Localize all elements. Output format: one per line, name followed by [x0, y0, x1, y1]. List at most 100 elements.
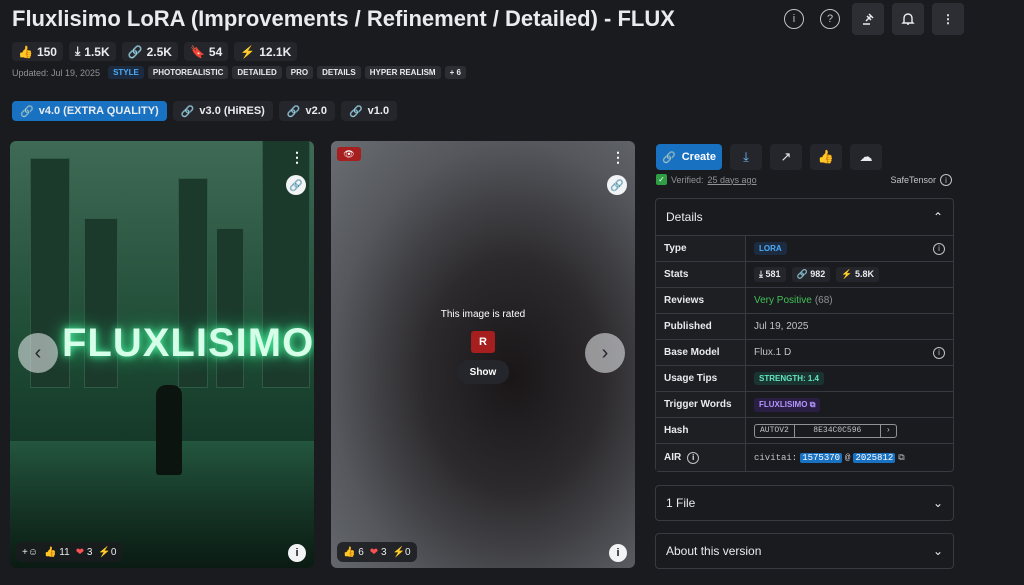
version-tab[interactable]: 🔗 v1.0 — [340, 101, 398, 121]
page-title: Fluxlisimo LoRA (Improvements / Refineme… — [12, 6, 675, 31]
link-icon: 🔗 — [348, 105, 363, 118]
copy-icon: ⧉ — [809, 399, 816, 409]
model-stats: 👍 150 ⤓ 1.5K 🔗 2.5K 🔖 54 ⚡ 12.1K — [12, 42, 298, 61]
link-icon: 🔗 — [796, 269, 808, 279]
heart-icon: ❤ — [75, 546, 85, 558]
info-icon[interactable]: i — [940, 174, 952, 186]
bell-plus-icon — [901, 13, 915, 25]
image-info-icon[interactable]: i — [288, 544, 306, 562]
download-button[interactable]: ⤓ — [730, 144, 762, 170]
bolt-icon: ⚡ — [392, 546, 405, 558]
info-icon[interactable]: i — [784, 9, 804, 29]
link-icon[interactable]: 🔗 — [286, 175, 306, 195]
buzz-reaction[interactable]: ⚡0 — [98, 547, 116, 558]
strength-badge: STRENGTH: 1.4 — [754, 372, 825, 385]
image-info-icon[interactable]: i — [609, 544, 627, 562]
hash-display[interactable]: AUTOV2 8E34C0C596 › — [754, 423, 897, 438]
download-icon: ⤓ — [74, 44, 81, 58]
reaction-bar: +☺ 👍 11 ❤ 3 ⚡0 — [16, 542, 123, 562]
verified-status: ✓ Verified: 25 days ago — [656, 174, 757, 185]
report-button[interactable] — [852, 3, 884, 35]
heart-icon: ❤ — [369, 546, 379, 558]
details-header[interactable]: Details ⌃ — [656, 199, 953, 235]
add-reaction-icon[interactable]: +☺ — [22, 547, 38, 558]
file-format: SafeTensor i — [890, 174, 952, 186]
help-icon[interactable]: ? — [820, 9, 840, 29]
info-icon[interactable]: i — [687, 451, 700, 464]
buzz-stat: ⚡ 12.1K — [234, 42, 298, 61]
trigger-word-badge[interactable]: FLUXLISIMO ⧉ — [754, 397, 821, 412]
gallery-image-card[interactable]: 👁 ⋮ 🔗 This image is rated R Show › 👍 6 ❤… — [331, 141, 635, 568]
tag[interactable]: PRO — [285, 66, 314, 79]
more-button[interactable]: ⋮ — [932, 3, 964, 35]
info-icon[interactable]: i — [933, 346, 945, 359]
buzz-badge: ⚡ 5.8K — [836, 267, 880, 282]
details-row-usage-tips: Usage Tips STRENGTH: 1.4 — [656, 365, 953, 391]
details-row-published: Published Jul 19, 2025 — [656, 313, 953, 339]
create-button[interactable]: 🔗 Create — [656, 144, 722, 170]
person-silhouette — [156, 385, 182, 475]
link-icon[interactable]: 🔗 — [607, 175, 627, 195]
like-button[interactable]: 👍 — [810, 144, 842, 170]
share-button[interactable]: ↗ — [770, 144, 802, 170]
rated-message: This image is rated — [440, 309, 526, 320]
version-tab[interactable]: 🔗 v3.0 (HiRES) — [172, 101, 273, 121]
thumbs-up-icon: 👍 — [817, 149, 835, 164]
notify-button[interactable] — [892, 3, 924, 35]
bolt-icon: ⚡ — [841, 269, 853, 279]
buzz-reaction[interactable]: ⚡0 — [393, 547, 411, 558]
chevron-up-icon: ⌃ — [932, 210, 943, 224]
files-accordion[interactable]: 1 File ⌄ — [655, 485, 954, 521]
model-actions: 🔗 Create ⤓ ↗ 👍 ☁ — [656, 144, 882, 170]
copy-icon: ⧉ — [898, 452, 905, 463]
neon-sign: FLUXLISIMO — [62, 321, 314, 365]
prev-image-button[interactable]: ‹ — [18, 333, 58, 373]
show-button[interactable]: Show — [457, 360, 509, 384]
details-row-air: AIR i civitai: 1575370 @ 2025812 ⧉ — [656, 443, 953, 471]
tag[interactable]: DETAILS — [317, 66, 361, 79]
tag-row: Updated: Jul 19, 2025 STYLE PHOTOREALIST… — [12, 66, 466, 79]
likes-stat[interactable]: 👍 150 — [12, 42, 63, 61]
more-tags[interactable]: + 6 — [444, 66, 466, 79]
shield-check-icon: ✓ — [656, 174, 667, 185]
tag[interactable]: DETAILED — [232, 66, 282, 79]
bookmarks-stat[interactable]: 🔖 54 — [183, 42, 229, 61]
heart-reaction[interactable]: ❤ 3 — [76, 547, 93, 558]
like-reaction[interactable]: 👍 11 — [44, 547, 70, 558]
download-icon: ⤓ — [759, 269, 763, 279]
details-row-base-model: Base Model Flux.1 Di — [656, 339, 953, 365]
tag[interactable]: HYPER REALISM — [364, 66, 441, 79]
reviews-rating[interactable]: Very Positive — [754, 295, 812, 306]
details-row-hash: Hash AUTOV2 8E34C0C596 › — [656, 417, 953, 443]
heart-reaction[interactable]: ❤ 3 — [370, 547, 387, 558]
more-vertical-icon[interactable]: ⋮ — [290, 149, 304, 166]
share-icon: ↗ — [780, 149, 792, 164]
verified-time[interactable]: 25 days ago — [708, 175, 757, 185]
about-version-accordion[interactable]: About this version ⌄ — [655, 533, 954, 569]
bolt-icon: ⚡ — [240, 44, 256, 59]
link-icon: 🔗 — [20, 105, 34, 118]
reaction-bar: 👍 6 ❤ 3 ⚡0 — [337, 542, 417, 562]
chevron-right-icon[interactable]: › — [881, 425, 896, 437]
gallery-image-card[interactable]: FLUXLISIMO ⋮ 🔗 ‹ +☺ 👍 11 ❤ 3 ⚡0 i — [10, 141, 314, 568]
tag[interactable]: PHOTOREALISTIC — [147, 66, 229, 79]
generations-stat: 🔗 2.5K — [121, 42, 178, 61]
like-reaction[interactable]: 👍 6 — [343, 547, 364, 558]
info-icon[interactable]: i — [933, 242, 945, 255]
version-tabs: 🔗 v4.0 (EXTRA QUALITY) 🔗 v3.0 (HiRES) 🔗 v2.… — [12, 101, 398, 121]
tip-button[interactable]: ☁ — [850, 144, 882, 170]
cloud-icon: ☁ — [859, 149, 873, 164]
version-tab[interactable]: 🔗 v2.0 — [278, 101, 335, 121]
details-row-stats: Stats ⤓ 581 🔗 982 ⚡ 5.8K — [656, 261, 953, 287]
thumbs-up-icon: 👍 — [18, 44, 33, 59]
version-tab[interactable]: 🔗 v4.0 (EXTRA QUALITY) — [12, 101, 167, 121]
tag[interactable]: STYLE — [108, 66, 144, 79]
more-vertical-icon[interactable]: ⋮ — [611, 149, 625, 166]
type-badge: LORA — [754, 242, 787, 255]
air-identifier[interactable]: civitai: 1575370 @ 2025812 ⧉ — [754, 452, 905, 463]
chevron-down-icon: ⌄ — [932, 544, 943, 558]
generations-badge: 🔗 982 — [791, 267, 831, 282]
details-row-trigger-words: Trigger Words FLUXLISIMO ⧉ — [656, 391, 953, 417]
gavel-icon — [863, 13, 874, 25]
next-image-button[interactable]: › — [585, 333, 625, 373]
